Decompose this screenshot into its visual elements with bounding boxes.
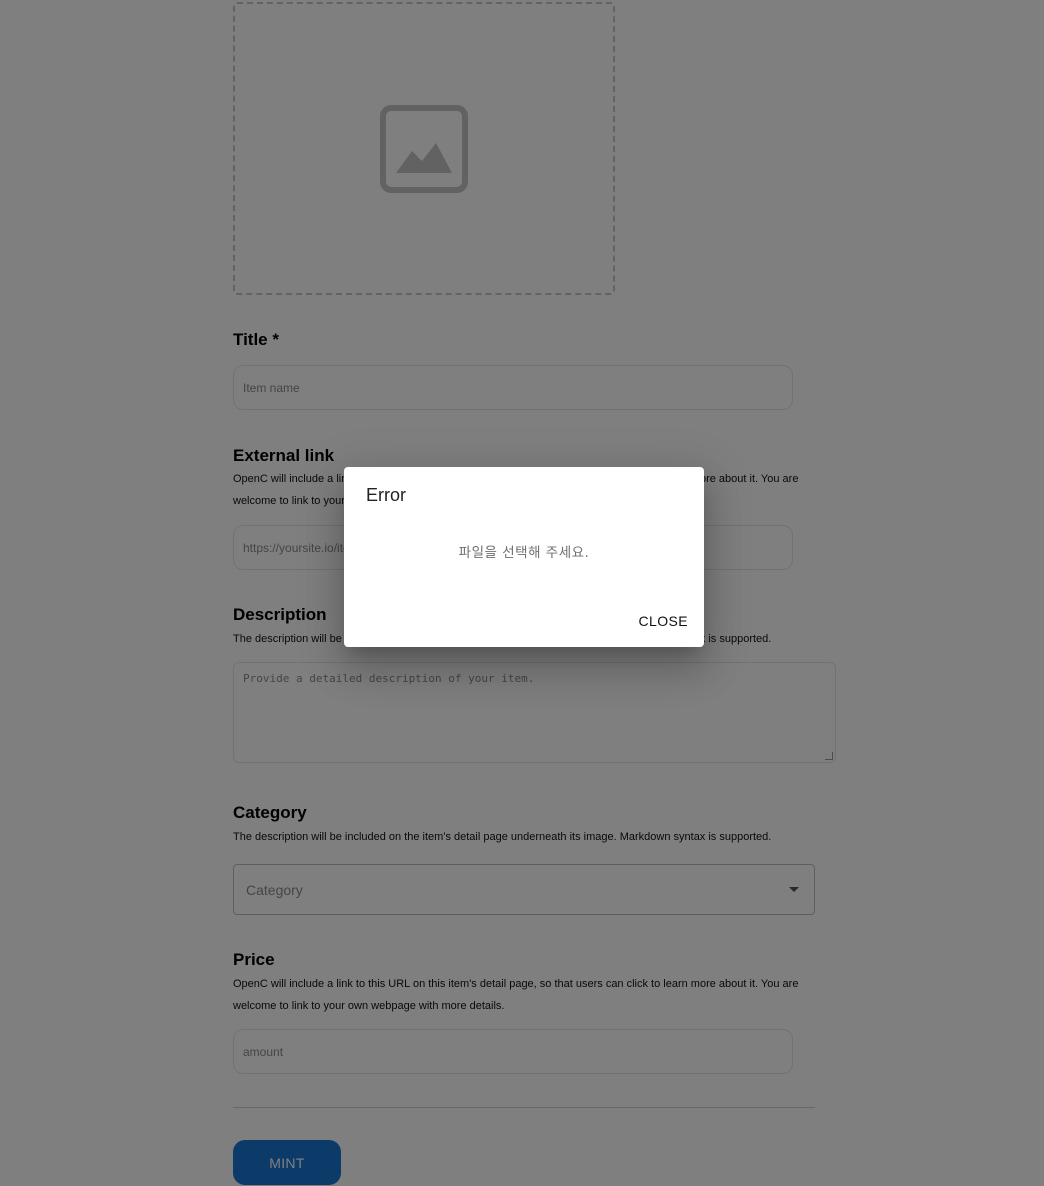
close-button[interactable]: CLOSE	[637, 611, 690, 631]
dialog-title: Error	[366, 485, 406, 505]
dialog-message: 파일을 선택해 주세요.	[458, 545, 590, 561]
error-dialog: Error 파일을 선택해 주세요. CLOSE	[344, 467, 704, 647]
